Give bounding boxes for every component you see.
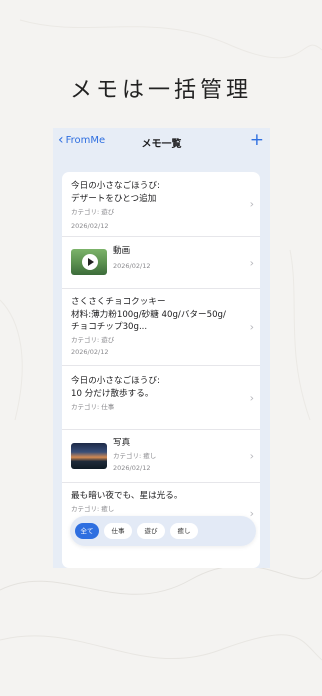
memo-row-4[interactable]: 今日の小さなごほうび: 10 分だけ散歩する。 カテゴリ: 仕事 › <box>62 366 260 430</box>
headline: メモは一括管理 <box>69 78 252 103</box>
chevron-right-icon: › <box>249 320 254 334</box>
add-button[interactable]: + <box>250 130 264 150</box>
page-title: メモ一覧 <box>141 139 182 150</box>
memo-category: カテゴリ: 遊び <box>71 335 115 344</box>
memo-row-5[interactable]: 写真 カテゴリ: 癒し 2026/02/12 › <box>62 430 260 483</box>
memo-date: 2026/02/12 <box>71 222 109 230</box>
chevron-right-icon: › <box>249 256 254 269</box>
memo-row-1[interactable]: 今日の小さなごほうび: デザートをひとつ追加 カテゴリ: 遊び 2026/02/… <box>62 172 260 237</box>
category-filter-bar: 全て 仕事 遊び 癒し <box>70 516 256 546</box>
memo-title: チョコチップ30g... <box>71 322 148 332</box>
memo-category: カテゴリ: 遊び <box>71 208 115 216</box>
play-icon <box>82 254 98 270</box>
memo-title: さくさくチョコクッキー <box>71 297 166 307</box>
video-thumbnail <box>71 249 107 275</box>
chevron-right-icon: › <box>249 507 254 520</box>
filter-healing[interactable]: 癒し <box>170 523 198 539</box>
filter-play[interactable]: 遊び <box>137 523 165 539</box>
memo-title: 10 分だけ散歩する。 <box>71 388 154 399</box>
chevron-right-icon: › <box>249 449 254 463</box>
app-screen: ‹ FromMe メモ一覧 + 今日の小さなごほうび: デザートをひとつ追加 カ… <box>53 128 270 568</box>
memo-list: 今日の小さなごほうび: デザートをひとつ追加 カテゴリ: 遊び 2026/02/… <box>62 172 260 568</box>
memo-date: 2026/02/12 <box>113 463 151 472</box>
memo-title: 最も暗い夜でも、星は光る。 <box>71 491 183 501</box>
memo-category: カテゴリ: 癒し <box>71 504 115 513</box>
memo-title: 動画 <box>113 246 131 256</box>
chevron-right-icon: › <box>249 197 254 211</box>
chevron-right-icon: › <box>249 391 254 404</box>
filter-all[interactable]: 全て <box>75 523 99 539</box>
memo-category: カテゴリ: 仕事 <box>71 403 115 411</box>
navigation-bar: ‹ FromMe メモ一覧 + <box>53 128 270 156</box>
memo-title: 材料:薄力粉100g/砂糖 40g/バター50g/ <box>71 309 226 320</box>
memo-date: 2026/02/12 <box>71 347 109 356</box>
memo-row-2[interactable]: 動画 2026/02/12 › <box>62 237 260 289</box>
memo-title: 写真 <box>113 438 131 448</box>
memo-date: 2026/02/12 <box>113 261 151 270</box>
photo-thumbnail <box>71 443 107 469</box>
memo-row-3[interactable]: さくさくチョコクッキー 材料:薄力粉100g/砂糖 40g/バター50g/ チョ… <box>62 289 260 366</box>
memo-title: 今日の小さなごほうび: <box>71 181 160 191</box>
filter-work[interactable]: 仕事 <box>104 523 132 539</box>
memo-title: 今日の小さなごほうび: <box>71 376 160 386</box>
memo-title: デザートをひとつ追加 <box>71 193 157 204</box>
memo-category: カテゴリ: 癒し <box>113 451 157 460</box>
